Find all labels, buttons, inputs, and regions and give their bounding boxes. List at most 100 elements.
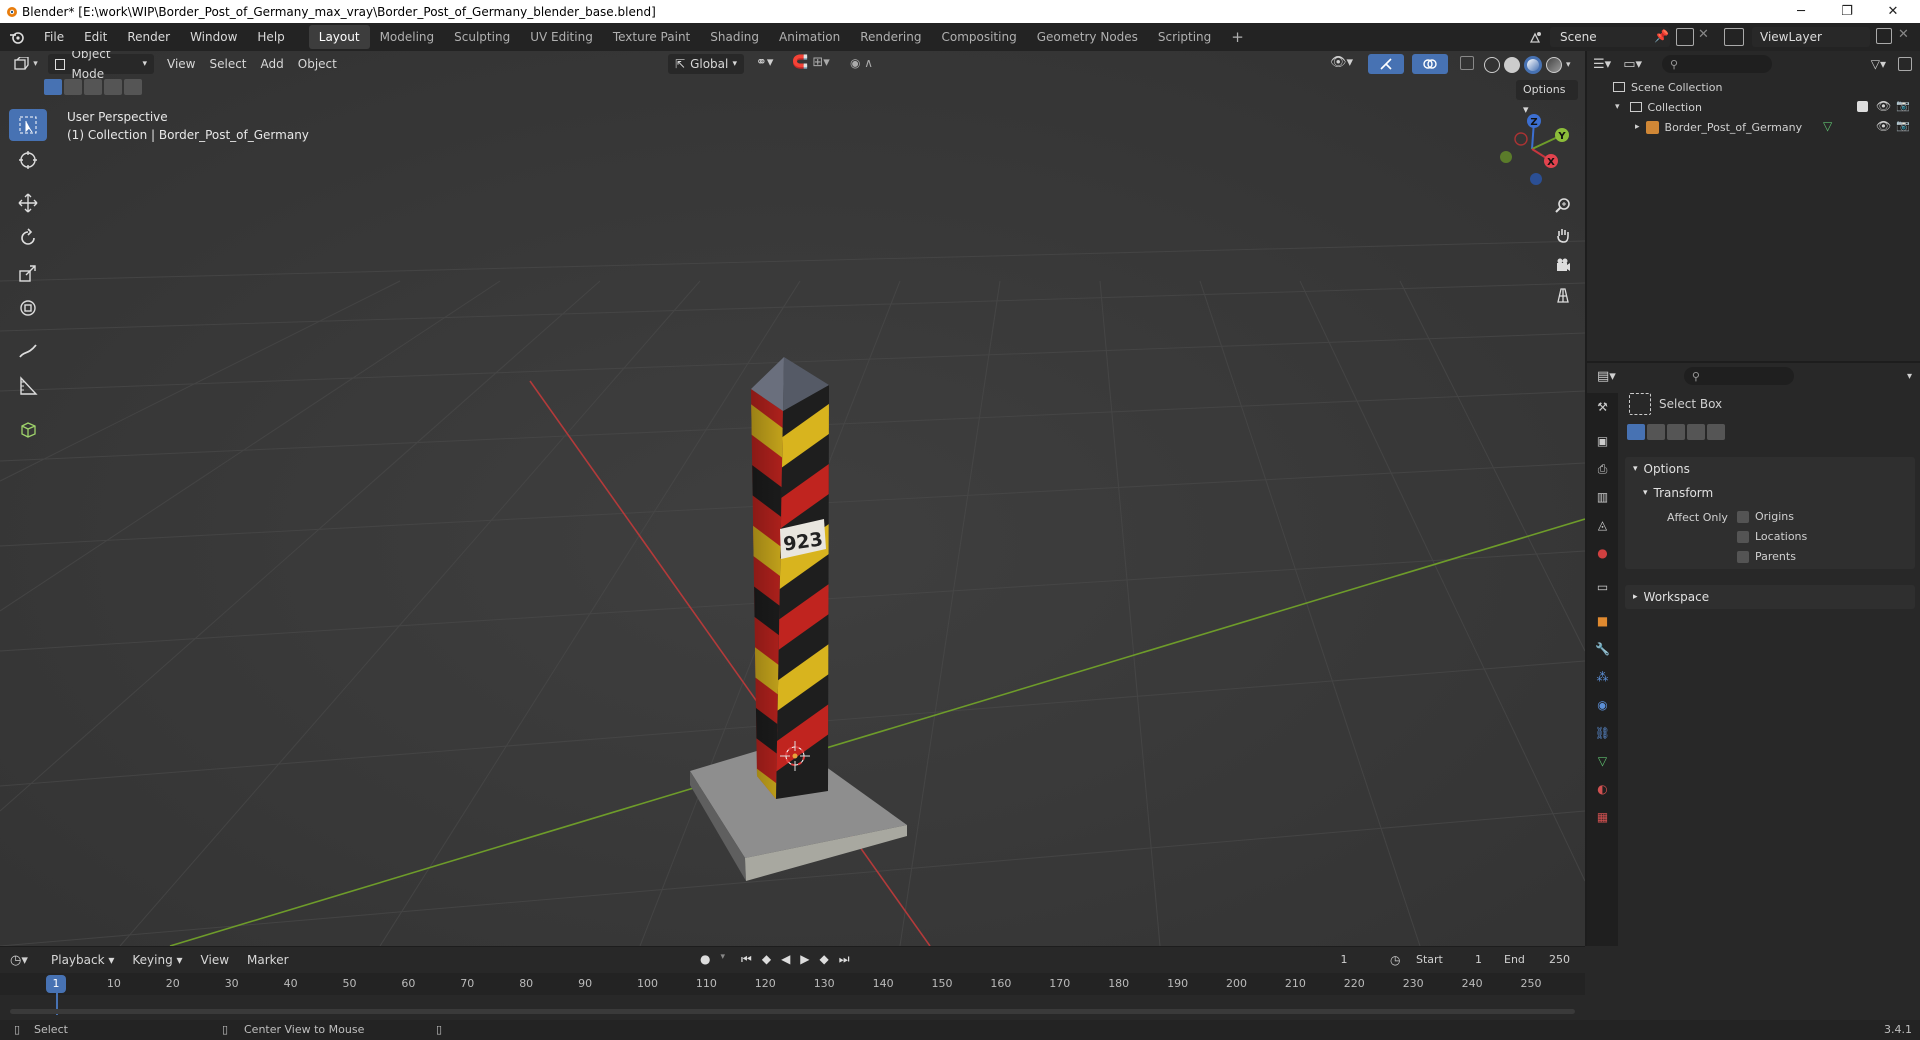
origins-checkbox[interactable]: Origins xyxy=(1737,510,1794,523)
wireframe-shading-icon[interactable] xyxy=(1484,57,1500,73)
physics-properties-tab-icon[interactable]: ◉ xyxy=(1587,691,1618,719)
output-properties-tab-icon[interactable]: ⎙ xyxy=(1587,455,1618,483)
tool-select-extend-icon[interactable] xyxy=(1647,424,1665,440)
rendered-shading-icon[interactable] xyxy=(1546,57,1562,73)
properties-editor-type-icon[interactable]: ▤▾ xyxy=(1597,369,1616,384)
prev-keyframe-icon[interactable]: ◆ xyxy=(762,952,771,967)
gizmo-toggle-icon[interactable] xyxy=(1368,54,1404,74)
tab-sculpting[interactable]: Sculpting xyxy=(444,25,520,49)
transform-orientation-dropdown[interactable]: ⇱ Global ▾ xyxy=(668,54,744,74)
gizmo-neg-z-icon[interactable] xyxy=(1530,173,1542,185)
material-shading-icon[interactable] xyxy=(1524,56,1542,74)
delete-viewlayer-icon[interactable]: ✕ xyxy=(1898,27,1909,42)
object-camera-icon[interactable]: 📷 xyxy=(1896,119,1910,132)
pan-hand-icon[interactable] xyxy=(1550,222,1576,248)
select-box-tool[interactable] xyxy=(9,109,47,141)
tab-rendering[interactable]: Rendering xyxy=(850,25,931,49)
tool-properties-tab-icon[interactable]: ⚒ xyxy=(1587,393,1618,421)
tab-texture-paint[interactable]: Texture Paint xyxy=(603,25,700,49)
add-cube-tool[interactable] xyxy=(9,413,47,445)
outliner-editor-type-icon[interactable]: ☰▾ xyxy=(1593,57,1611,72)
next-keyframe-icon[interactable]: ◆ xyxy=(820,952,829,967)
scene-icon[interactable] xyxy=(1524,27,1548,47)
3d-viewport[interactable]: 923 ▾ Object Mode ▾ View Select Add Obje… xyxy=(0,51,1585,946)
outliner-search-input[interactable]: ⚲ xyxy=(1662,55,1772,73)
tab-compositing[interactable]: Compositing xyxy=(931,25,1026,49)
outliner-row-object[interactable]: ▸ Border_Post_of_Germany ▽ 👁 📷 xyxy=(1587,117,1920,137)
tab-modeling[interactable]: Modeling xyxy=(370,25,445,49)
menu-help[interactable]: Help xyxy=(247,23,294,51)
menu-file[interactable]: File xyxy=(34,23,74,51)
properties-search-input[interactable]: ⚲ xyxy=(1683,367,1794,385)
scene-properties-tab-icon[interactable]: ◬ xyxy=(1587,511,1618,539)
properties-options-icon[interactable]: ▾ xyxy=(1907,371,1912,382)
collection-eye-icon[interactable]: 👁 xyxy=(1876,99,1891,113)
particles-properties-tab-icon[interactable]: ⁂ xyxy=(1587,663,1618,691)
transform-subpanel-header[interactable]: ▾ Transform xyxy=(1625,481,1915,505)
expand-arrow-icon[interactable]: ▾ xyxy=(1615,102,1620,112)
select-subtract-icon[interactable] xyxy=(84,79,102,95)
annotate-tool[interactable] xyxy=(9,335,47,367)
viewport-menu-add[interactable]: Add xyxy=(254,54,291,74)
select-extend-icon[interactable] xyxy=(64,79,82,95)
viewport-menu-select[interactable]: Select xyxy=(202,54,253,74)
overlays-toggle-icon[interactable] xyxy=(1412,54,1448,74)
world-properties-tab-icon[interactable]: ● xyxy=(1587,539,1618,567)
restore-button[interactable]: ❐ xyxy=(1824,0,1870,23)
minimize-button[interactable]: ─ xyxy=(1778,0,1824,23)
object-properties-tab-icon[interactable]: ■ xyxy=(1587,607,1618,635)
timeline-menu-view[interactable]: View xyxy=(194,950,236,970)
play-icon[interactable]: ▶ xyxy=(800,952,809,967)
menu-render[interactable]: Render xyxy=(117,23,180,51)
timeline-menu-keying[interactable]: Keying ▾ xyxy=(125,950,189,970)
gizmo-neg-y-icon[interactable] xyxy=(1500,151,1512,163)
measure-tool[interactable] xyxy=(9,370,47,402)
perspective-toggle-icon[interactable] xyxy=(1550,282,1576,308)
constraints-properties-tab-icon[interactable]: ⛓ xyxy=(1587,719,1618,747)
tool-select-intersect-icon[interactable] xyxy=(1707,424,1725,440)
transform-tool[interactable] xyxy=(9,292,47,324)
timeline-menu-marker[interactable]: Marker xyxy=(240,950,295,970)
display-mode-icon[interactable]: ▭▾ xyxy=(1623,57,1642,72)
pivot-point-icon[interactable]: ⚭▾ xyxy=(756,55,786,73)
data-properties-tab-icon[interactable]: ▽ xyxy=(1587,747,1618,775)
collection-properties-tab-icon[interactable]: ▭ xyxy=(1587,573,1618,601)
filter-icon[interactable]: ▽▾ xyxy=(1871,57,1886,71)
scale-tool[interactable] xyxy=(9,257,47,289)
add-workspace-button[interactable]: + xyxy=(1221,25,1254,49)
editor-type-button[interactable]: ▾ xyxy=(6,54,46,74)
view-layer-properties-tab-icon[interactable]: ▥ xyxy=(1587,483,1618,511)
timeline-menu-playback[interactable]: Playback ▾ xyxy=(44,950,121,970)
tab-layout[interactable]: Layout xyxy=(308,25,370,49)
mode-dropdown[interactable]: Object Mode ▾ xyxy=(48,51,154,81)
outliner-row-scene-collection[interactable]: Scene Collection xyxy=(1587,77,1920,97)
collection-checkbox-icon[interactable] xyxy=(1857,101,1868,112)
new-viewlayer-icon[interactable] xyxy=(1876,28,1892,44)
scene-name-field[interactable]: Scene xyxy=(1550,27,1670,47)
outliner-row-collection[interactable]: ▾ Collection 👁 📷 xyxy=(1587,97,1920,117)
tool-select-subtract-icon[interactable] xyxy=(1667,424,1685,440)
object-eye-icon[interactable]: 👁 xyxy=(1876,119,1891,133)
navigation-gizmo[interactable]: Z Y X xyxy=(1492,111,1572,191)
use-preview-range-icon[interactable]: ◷ xyxy=(1390,953,1400,967)
camera-view-icon[interactable] xyxy=(1550,252,1576,278)
tab-scripting[interactable]: Scripting xyxy=(1148,25,1221,49)
menu-edit[interactable]: Edit xyxy=(74,23,117,51)
solid-shading-icon[interactable] xyxy=(1504,57,1520,73)
pin-scene-icon[interactable]: 📌 xyxy=(1654,29,1669,43)
workspace-panel-header[interactable]: ▸ Workspace xyxy=(1625,585,1915,609)
parents-checkbox[interactable]: Parents xyxy=(1737,550,1796,563)
locations-checkbox[interactable]: Locations xyxy=(1737,530,1807,543)
render-properties-tab-icon[interactable]: ▣ xyxy=(1587,427,1618,455)
blender-menu-icon[interactable] xyxy=(0,23,34,51)
delete-scene-icon[interactable]: ✕ xyxy=(1698,27,1709,42)
tool-select-new-icon[interactable] xyxy=(1627,424,1645,440)
viewport-options-button[interactable]: Options ▾ xyxy=(1516,80,1578,116)
timeline-scrollbar[interactable] xyxy=(10,1009,1575,1014)
gizmo-neg-x-icon[interactable] xyxy=(1514,132,1528,146)
zoom-icon[interactable] xyxy=(1550,192,1576,218)
tab-shading[interactable]: Shading xyxy=(700,25,769,49)
jump-end-icon[interactable]: ⏭ xyxy=(839,952,850,967)
playhead-frame-label[interactable]: 1 xyxy=(46,975,66,993)
current-frame-field[interactable]: 1 xyxy=(1308,951,1380,969)
